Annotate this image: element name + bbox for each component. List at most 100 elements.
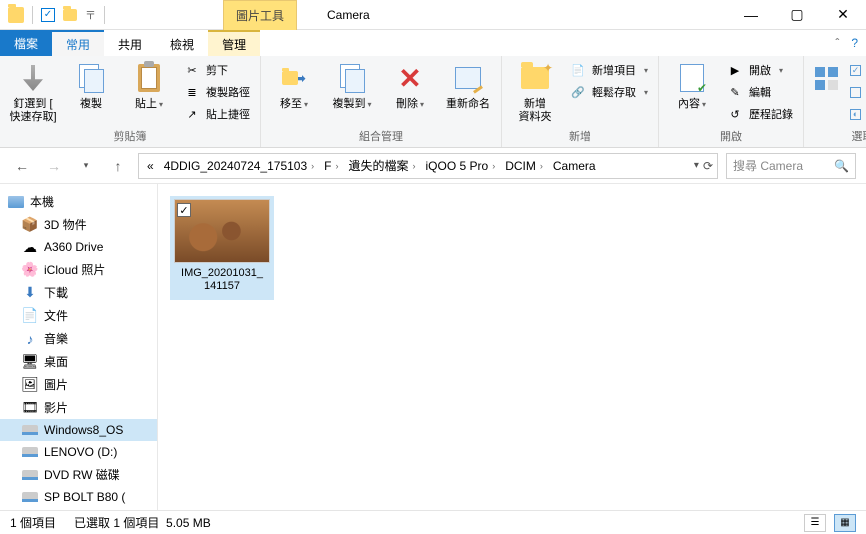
drive-icon <box>22 489 38 505</box>
tree-item[interactable]: 📦3D 物件 <box>0 213 157 236</box>
tree-item[interactable]: 🌸 iCloud 照片 <box>0 258 157 281</box>
tab-home[interactable]: 常用 <box>52 30 104 56</box>
breadcrumb-segment[interactable]: 遺失的檔案› <box>345 157 420 174</box>
easy-access-button[interactable]: 🔗輕鬆存取▾ <box>566 82 652 102</box>
tree-item[interactable]: ♪音樂 <box>0 327 157 350</box>
file-list[interactable]: ✓ IMG_20201031_141157 <box>158 184 866 510</box>
navigation-pane[interactable]: 本機 📦3D 物件☁A360 Drive 🌸 iCloud 照片 ⬇下載📄文件♪音樂🖥… <box>0 184 158 510</box>
group-label: 組合管理 <box>267 126 495 147</box>
ribbon-group-open: 內容▾ ▶開啟▾ ✎編輯 ↺歷程記錄 開啟 <box>659 56 804 147</box>
view-details-button[interactable]: ☰ <box>804 514 826 532</box>
breadcrumb-segment[interactable]: Camera <box>549 159 600 173</box>
qat-overflow-button[interactable]: 〒 <box>85 7 96 23</box>
file-item[interactable]: ✓ IMG_20201031_141157 <box>170 196 274 300</box>
search-icon: 🔍 <box>834 159 849 173</box>
breadcrumb-overflow[interactable]: « <box>143 159 158 173</box>
tree-item[interactable]: ⬇下載 <box>0 281 157 304</box>
move-icon: ➡ <box>278 62 310 94</box>
breadcrumb-segment[interactable]: 4DDIG_20240724_175103› <box>160 159 318 173</box>
pin-to-quick-access-button[interactable]: 釘選到 [快速存取] <box>6 58 60 126</box>
address-bar[interactable]: « 4DDIG_20240724_175103› F› 遺失的檔案› iQOO … <box>138 153 718 179</box>
tab-file[interactable]: 檔案 <box>0 30 52 56</box>
cut-button[interactable]: ✂剪下 <box>180 60 254 80</box>
tree-this-pc[interactable]: 本機 <box>0 190 157 213</box>
recent-locations-button[interactable]: ▾ <box>74 154 98 178</box>
properties-button[interactable]: 內容▾ <box>665 58 719 126</box>
copy-button[interactable]: 複製 <box>64 58 118 126</box>
tree-item-label: iCloud 照片 <box>44 261 105 278</box>
window-title: Camera <box>327 8 370 22</box>
search-box[interactable]: 搜尋 Camera 🔍 <box>726 153 856 179</box>
drive-icon <box>22 422 38 438</box>
view-thumbnails-button[interactable]: ▦ <box>834 514 856 532</box>
new-item-icon: 📄 <box>570 62 586 78</box>
scissors-icon: ✂ <box>184 62 200 78</box>
select-icon-block <box>810 58 842 126</box>
icloud-icon: 🌸 <box>22 262 38 278</box>
file-checkbox[interactable]: ✓ <box>177 203 191 217</box>
up-button[interactable]: ↑ <box>106 154 130 178</box>
nav-bar: ← → ▾ ↑ « 4DDIG_20240724_175103› F› 遺失的檔… <box>0 148 866 184</box>
breadcrumb-segment[interactable]: iQOO 5 Pro› <box>422 159 500 173</box>
tree-item[interactable]: 🎞影片 <box>0 396 157 419</box>
breadcrumb-segment[interactable]: F› <box>320 159 342 173</box>
paste-icon <box>138 64 160 92</box>
docs-icon: 📄 <box>22 308 38 324</box>
tree-item[interactable]: DVD RW 磁碟 <box>0 463 157 486</box>
easy-access-icon: 🔗 <box>570 84 586 100</box>
tab-manage[interactable]: 管理 <box>208 30 260 56</box>
new-item-button[interactable]: 📄新增項目▾ <box>566 60 652 80</box>
contextual-tab-picture-tools[interactable]: 圖片工具 <box>223 0 297 30</box>
select-none-button[interactable]: 全部不選 <box>846 82 866 102</box>
qat-properties-button[interactable]: ✓ <box>41 8 55 22</box>
a360-icon: ☁ <box>22 239 38 255</box>
ribbon-group-organize: ➡ 移至▾ 複製到▾ ✕ 刪除▾ 重新命名 組合管理 <box>261 56 502 147</box>
close-button[interactable]: ✕ <box>820 0 866 30</box>
download-icon: ⬇ <box>22 285 38 301</box>
tree-item-label: 音樂 <box>44 330 68 347</box>
copy-to-button[interactable]: 複製到▾ <box>325 58 379 126</box>
tree-item[interactable]: 📄文件 <box>0 304 157 327</box>
maximize-button[interactable]: ▢ <box>774 0 820 30</box>
refresh-button[interactable]: ⟳ <box>703 159 713 173</box>
select-all-button[interactable]: ✓全選 <box>846 60 866 80</box>
explorer-body: 本機 📦3D 物件☁A360 Drive 🌸 iCloud 照片 ⬇下載📄文件♪音樂🖥… <box>0 184 866 510</box>
separator <box>104 6 105 24</box>
pictures-icon: 🖼 <box>22 377 38 393</box>
videos-icon: 🎞 <box>22 400 38 416</box>
ribbon-collapse-button[interactable]: ˆ <box>835 36 839 50</box>
delete-button[interactable]: ✕ 刪除▾ <box>383 58 437 126</box>
group-label: 選取 <box>810 126 866 147</box>
history-button[interactable]: ↺歷程記錄 <box>723 104 797 124</box>
tree-item[interactable]: LENOVO (D:) <box>0 441 157 463</box>
address-dropdown-button[interactable]: ▾ <box>694 160 699 171</box>
tree-item-label: Windows8_OS <box>44 423 123 437</box>
back-button[interactable]: ← <box>10 154 34 178</box>
select-grid-icon <box>815 67 838 90</box>
forward-button[interactable]: → <box>42 154 66 178</box>
open-button[interactable]: ▶開啟▾ <box>723 60 797 80</box>
tree-item[interactable]: 🖥桌面 <box>0 350 157 373</box>
tree-item[interactable]: ☁A360 Drive <box>0 236 157 258</box>
rename-button[interactable]: 重新命名 <box>441 58 495 126</box>
edit-button[interactable]: ✎編輯 <box>723 82 797 102</box>
paste-shortcut-button[interactable]: ↗貼上捷徑 <box>180 104 254 124</box>
group-label: 開啟 <box>665 126 797 147</box>
breadcrumb-segment[interactable]: DCIM› <box>501 159 547 173</box>
paste-button[interactable]: 貼上▾ <box>122 58 176 126</box>
open-icon: ▶ <box>727 62 743 78</box>
status-selected: 已選取 1 個項目 5.05 MB <box>74 514 211 531</box>
tab-share[interactable]: 共用 <box>104 30 156 56</box>
tree-item[interactable]: 🖼圖片 <box>0 373 157 396</box>
copy-path-button[interactable]: ≣複製路徑 <box>180 82 254 102</box>
invert-selection-button[interactable]: ◐反向選擇 <box>846 104 866 124</box>
move-to-button[interactable]: ➡ 移至▾ <box>267 58 321 126</box>
tab-view[interactable]: 檢視 <box>156 30 208 56</box>
checkbox-icon <box>850 87 861 98</box>
help-button[interactable]: ? <box>851 36 858 50</box>
tree-item[interactable]: Windows8_OS <box>0 419 157 441</box>
tree-item-label: SP BOLT B80 ( <box>44 490 125 504</box>
minimize-button[interactable]: — <box>728 0 774 30</box>
tree-item[interactable]: SP BOLT B80 ( <box>0 486 157 508</box>
new-folder-button[interactable]: 新增資料夾 <box>508 58 562 126</box>
